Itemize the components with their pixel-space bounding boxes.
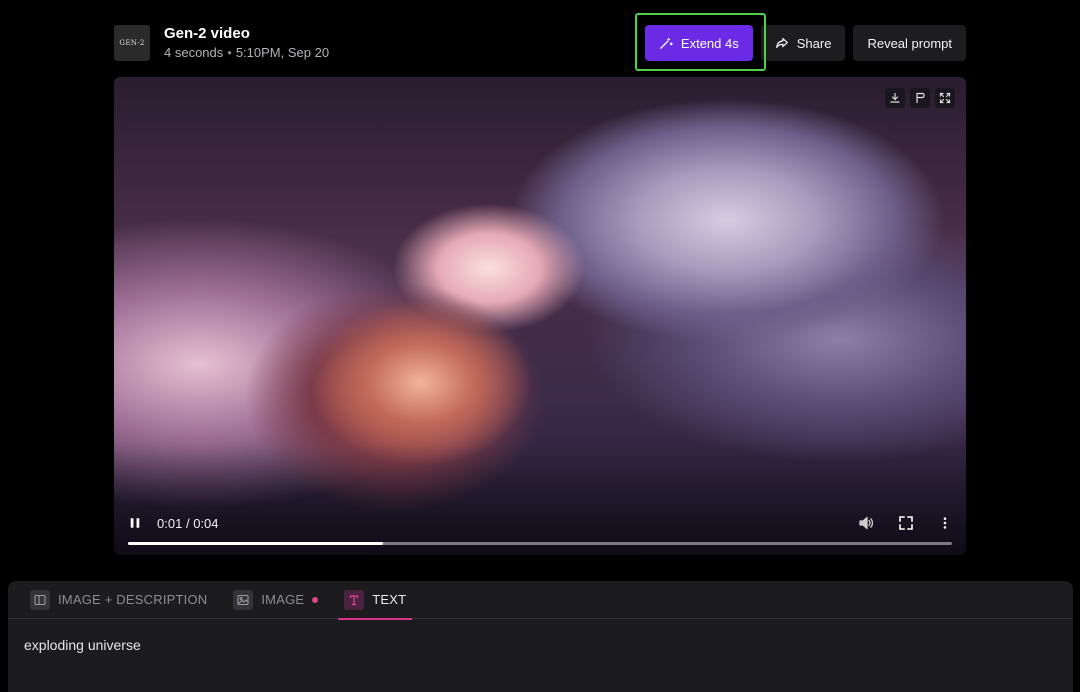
time-display: 0:01 / 0:04 (157, 516, 219, 531)
volume-icon[interactable] (858, 515, 874, 531)
fullscreen-icon[interactable] (898, 515, 914, 531)
player-right-controls (858, 515, 952, 531)
video-thumbnail[interactable]: GEN-2 (114, 25, 150, 61)
video-header: GEN-2 Gen-2 video 4 seconds • 5:10PM, Sep … (114, 25, 966, 61)
pause-icon (130, 518, 140, 528)
total-time: 0:04 (193, 515, 219, 531)
progress-bar[interactable] (128, 542, 952, 545)
text-icon (344, 589, 365, 610)
extend-label: Extend 4s (680, 35, 739, 51)
tab-indicator-dot (312, 596, 319, 603)
reveal-prompt-label: Reveal prompt (867, 35, 952, 51)
reveal-prompt-button[interactable]: Reveal prompt (853, 25, 966, 61)
player-controls: 0:01 / 0:04 (128, 513, 952, 533)
expand-button[interactable] (935, 88, 955, 108)
tab-image-description[interactable]: IMAGE + DESCRIPTION (24, 581, 213, 619)
pause-button[interactable] (128, 516, 142, 530)
video-meta: 4 seconds • 5:10PM, Sep 20 (164, 44, 329, 62)
share-button[interactable]: Share (760, 25, 846, 61)
video-tools (885, 88, 955, 108)
video-duration: 4 seconds (164, 44, 224, 60)
tab-label: TEXT (372, 592, 407, 607)
current-time: 0:01 (157, 515, 183, 531)
expand-icon (939, 92, 951, 104)
video-title: Gen-2 video (164, 24, 250, 42)
meta-separator: • (227, 44, 232, 60)
more-options-icon[interactable] (938, 515, 952, 531)
tab-image[interactable]: IMAGE (227, 581, 324, 619)
video-player[interactable]: 0:01 / 0:04 (114, 77, 966, 555)
image-description-icon (30, 589, 50, 610)
download-button[interactable] (885, 88, 905, 108)
share-icon (775, 37, 788, 49)
share-label: Share (796, 35, 832, 51)
input-mode-tabs: IMAGE + DESCRIPTION IMAGE TEXT (8, 581, 1073, 620)
image-icon (233, 589, 254, 610)
flag-icon (916, 92, 925, 103)
prompt-panel: IMAGE + DESCRIPTION IMAGE TEXT exploding… (8, 581, 1073, 692)
video-titles: Gen-2 video 4 seconds • 5:10PM, Sep 20 (164, 25, 329, 62)
tab-label: IMAGE (261, 592, 305, 607)
header-actions: Extend 4s Share Reveal prompt (644, 25, 966, 61)
prompt-text[interactable]: exploding universe (8, 619, 1073, 671)
video-timestamp: 5:10PM, Sep 20 (235, 44, 330, 60)
extend-button[interactable]: Extend 4s (644, 25, 753, 61)
controls-shade (114, 445, 966, 555)
magic-wand-icon (660, 37, 673, 49)
tab-label: IMAGE + DESCRIPTION (58, 592, 208, 607)
flag-button[interactable] (910, 88, 930, 108)
time-separator: / (185, 515, 190, 531)
download-icon (890, 92, 900, 103)
tab-text[interactable]: TEXT (338, 581, 413, 620)
thumbnail-label: GEN-2 (119, 39, 145, 47)
progress-fill (128, 542, 384, 545)
